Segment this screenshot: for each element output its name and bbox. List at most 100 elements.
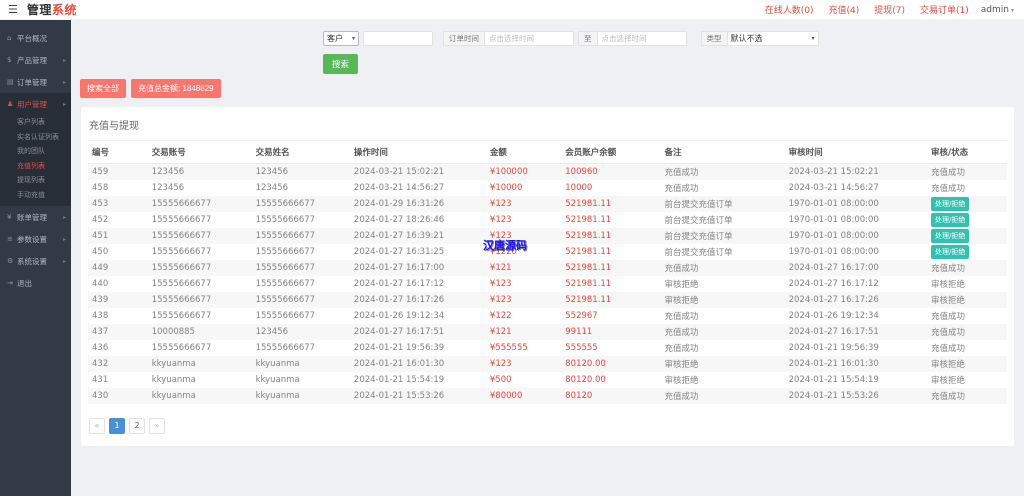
type-label: 类型 xyxy=(700,30,727,46)
cell-audit-time: 2024-01-27 16:17:12 xyxy=(788,278,879,289)
sidebar-item-系统设置[interactable]: ⚙ 系统设置 ▸ xyxy=(0,250,71,272)
cell-name: 15555666677 xyxy=(255,342,316,353)
topbar-link[interactable]: 充值(4) xyxy=(829,3,860,16)
sidebar-item-user-management[interactable]: ♟ 用户管理 ▸ xyxy=(0,93,71,115)
user-menu[interactable]: admin ▾ xyxy=(981,5,1014,15)
cell-remark: 充值成功 xyxy=(664,167,699,178)
cell-op-time: 2024-01-21 16:01:30 xyxy=(353,358,445,369)
hamburger-icon[interactable]: ☰ xyxy=(8,4,18,15)
cell-balance: 521981.11 xyxy=(565,198,612,209)
process-reject-button[interactable]: 处理/拒绝 xyxy=(931,196,970,211)
topbar-link[interactable]: 交易订单(1) xyxy=(920,3,969,16)
cell-name: 123456 xyxy=(255,182,289,193)
cell-name: 123456 xyxy=(255,166,289,177)
search-field-value: 客户 xyxy=(327,33,343,43)
cell-balance: 521981.11 xyxy=(565,294,612,305)
pagination-next-button[interactable]: » xyxy=(149,417,165,434)
cell-account: kkyuanma xyxy=(151,358,196,369)
cell-id: 449 xyxy=(92,262,109,273)
arrow-right-icon: ▸ xyxy=(62,56,66,64)
cell-id: 438 xyxy=(92,310,109,321)
sidebar-subitem-客户列表[interactable]: 客户列表 xyxy=(0,115,71,130)
pagination-page-2[interactable]: 2 xyxy=(129,417,145,434)
cell-account: 15555666677 xyxy=(151,230,212,241)
sidebar-item-订单管理[interactable]: ▤ 订单管理 ▸ xyxy=(0,71,71,93)
topbar-link[interactable]: 提现(7) xyxy=(874,3,905,16)
sidebar-item-产品管理[interactable]: $ 产品管理 ▸ xyxy=(0,49,71,71)
cell-id: 459 xyxy=(92,166,109,177)
cell-status: 充值成功 xyxy=(931,327,966,338)
sidebar: ⌂ 平台概况 $ 产品管理 ▸ ▤ 订单管理 ▸ ♟ 用户管理 ▸ 客户列表 实名认证列表 我的团… xyxy=(0,20,71,496)
arrow-right-icon: ▸ xyxy=(62,235,66,243)
cell-name: 15555666677 xyxy=(255,214,316,225)
cell-audit-time: 1970-01-01 08:00:00 xyxy=(788,214,879,225)
cell-balance: 100960 xyxy=(565,166,598,177)
table-row: 439 15555666677 15555666677 2024-01-27 16:1… xyxy=(88,291,1007,308)
sidebar-item-label: 平台概况 xyxy=(17,33,47,43)
total-recharge-amount-button[interactable]: 充值总金额: 1848829 xyxy=(131,79,221,98)
cell-op-time: 2024-01-26 19:12:34 xyxy=(353,310,445,321)
summary-buttons: 搜索全部 充值总金额: 1848829 xyxy=(80,79,1024,98)
cell-status: 审核拒绝 xyxy=(931,375,966,386)
cell-account: kkyuanma xyxy=(151,390,196,401)
time-to-input[interactable] xyxy=(596,30,687,46)
sidebar-subitem-实名认证列表[interactable]: 实名认证列表 xyxy=(0,130,71,145)
sidebar-group-user-management: ♟ 用户管理 ▸ 客户列表 实名认证列表 我的团队 充值列表 提现列表 手动充值 xyxy=(0,93,71,206)
cell-account: kkyuanma xyxy=(151,374,196,385)
topbar-link[interactable]: 在线人数(0) xyxy=(765,3,814,16)
cell-name: 15555666677 xyxy=(255,294,316,305)
cell-audit-time: 2024-01-21 15:54:19 xyxy=(788,374,879,385)
table-header-row: 编号 交易账号 交易姓名 操作时间 金额 会员账户余额 备注 审核时间 审核/状态 xyxy=(88,140,1007,164)
table-body: 459 123456 123456 2024-03-21 15:02:21 ¥10000… xyxy=(88,163,1007,404)
cell-amount: ¥1220 xyxy=(489,246,517,257)
sidebar-subitem-充值列表[interactable]: 充值列表 xyxy=(0,159,71,174)
sidebar-item-账单管理[interactable]: ¥ 账单管理 ▸ xyxy=(0,206,71,228)
cell-remark: 充值成功 xyxy=(664,311,699,322)
sidebar-bottom-items: ¥ 账单管理 ▸ ≡ 参数设置 ▸ ⚙ 系统设置 ▸ ⇥ 退出 xyxy=(0,206,71,294)
process-reject-button[interactable]: 处理/拒绝 xyxy=(931,244,970,259)
cell-status: 处理/拒绝 xyxy=(927,228,1007,244)
cell-balance: 521981.11 xyxy=(565,278,612,289)
cell-audit-time: 2024-01-26 19:12:34 xyxy=(788,310,879,321)
cell-amount: ¥100000 xyxy=(489,166,528,177)
process-reject-button[interactable]: 处理/拒绝 xyxy=(931,212,970,227)
cell-remark: 充值成功 xyxy=(664,391,699,402)
pagination-page-1[interactable]: 1 xyxy=(109,417,125,434)
sidebar-item-label: 账单管理 xyxy=(17,212,47,222)
table-row: 436 15555666677 15555666677 2024-01-21 19:5… xyxy=(88,340,1007,356)
cell-status: 审核拒绝 xyxy=(931,359,966,370)
sidebar-item-平台概况[interactable]: ⌂ 平台概况 xyxy=(0,27,71,49)
sidebar-item-参数设置[interactable]: ≡ 参数设置 ▸ xyxy=(0,228,71,250)
keyword-input[interactable] xyxy=(363,30,433,46)
table-row: 452 15555666677 15555666677 2024-01-27 18:2… xyxy=(88,212,1007,228)
cell-id: 451 xyxy=(92,230,109,241)
search-button[interactable]: 搜索 xyxy=(323,54,359,74)
sidebar-item-退出[interactable]: ⇥ 退出 xyxy=(0,272,71,294)
cell-op-time: 2024-01-27 16:17:00 xyxy=(353,262,445,273)
arrow-right-icon: ▸ xyxy=(62,78,66,86)
billing-icon: ¥ xyxy=(7,213,12,221)
sidebar-subitem-提现列表[interactable]: 提现列表 xyxy=(0,173,71,188)
sidebar-subitem-我的团队[interactable]: 我的团队 xyxy=(0,144,71,159)
cell-remark: 前台提交充值订单 xyxy=(664,199,733,210)
cell-status: 审核拒绝 xyxy=(931,279,966,290)
type-select[interactable]: 默认不选 ▾ xyxy=(726,30,819,46)
search-field-select[interactable]: 客户 ▾ xyxy=(323,30,359,46)
cell-op-time: 2024-01-21 19:56:39 xyxy=(353,342,445,353)
time-from-input[interactable] xyxy=(484,30,574,46)
sidebar-subitem-手动充值[interactable]: 手动充值 xyxy=(0,188,71,203)
cell-op-time: 2024-01-29 16:31:26 xyxy=(353,198,445,209)
cell-op-time: 2024-01-27 18:26:46 xyxy=(353,214,445,225)
sidebar-top-items: ⌂ 平台概况 $ 产品管理 ▸ ▤ 订单管理 ▸ xyxy=(0,27,71,93)
cell-id: 452 xyxy=(92,214,109,225)
cell-audit-time: 2024-01-27 16:17:00 xyxy=(788,262,879,273)
pagination-prev-button[interactable]: « xyxy=(89,417,105,434)
cell-remark: 充值成功 xyxy=(664,327,699,338)
search-all-button[interactable]: 搜索全部 xyxy=(80,79,126,98)
cell-audit-time: 2024-01-27 16:17:51 xyxy=(788,326,879,337)
cell-id: 437 xyxy=(92,326,109,337)
cell-id: 450 xyxy=(92,246,109,257)
cell-status: 处理/拒绝 xyxy=(927,212,1007,228)
user-menu-label: admin xyxy=(980,4,1009,15)
process-reject-button[interactable]: 处理/拒绝 xyxy=(931,228,970,243)
